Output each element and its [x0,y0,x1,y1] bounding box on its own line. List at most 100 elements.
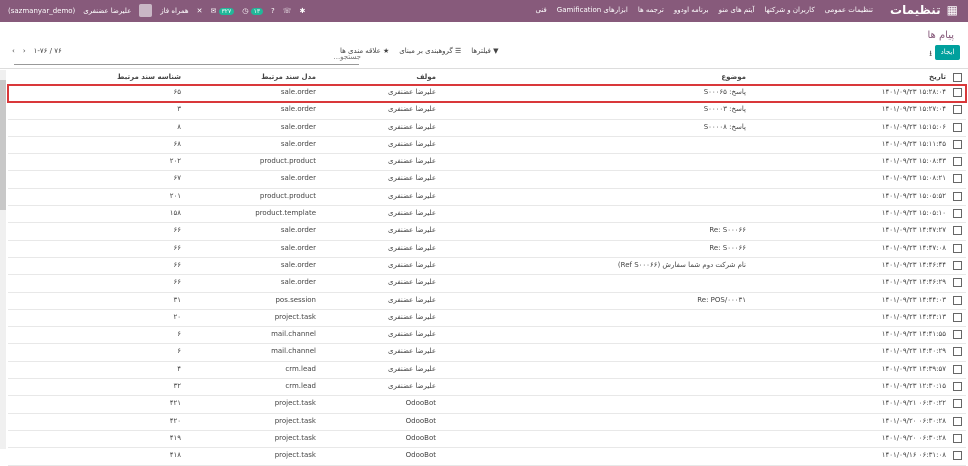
apps-grid-icon[interactable]: ▦ [947,3,958,17]
menu-gamification[interactable]: ابزارهای Gamification [557,6,628,14]
table-row[interactable]: ۱۴۰۱/۰۹/۲۳ ۱۵:۰۵:۱۰ علیرضا عضنفری product.… [8,206,966,224]
row-checkbox[interactable] [953,88,962,97]
table-row[interactable]: ۱۴۰۱/۰۹/۲۳ ۱۴:۴۴:۰۳ Re: POS/۰۰۰۳۱ علیرضا ع… [8,293,966,310]
favorites-label: علاقه مندی ها [340,47,381,55]
create-button[interactable]: ایجاد [935,45,960,60]
row-date: ۱۴۰۱/۰۹/۲۳ ۱۵:۰۵:۱۰ [881,209,946,218]
table-row[interactable]: ۱۴۰۱/۰۹/۲۳ ۱۵:۰۵:۵۲ علیرضا عضنفری product.… [8,189,966,207]
table-row[interactable]: ۱۴۰۱/۰۹/۲۳ ۱۴:۳۹:۵۷ علیرضا عضنفری crm.lead… [8,362,966,380]
search-input[interactable] [14,52,363,62]
table-row[interactable]: ۱۴۰۱/۰۹/۲۳ ۱۴:۴۰:۲۹ علیرضا عضنفری mail.cha… [8,344,966,362]
help-icon[interactable]: ? [271,7,275,15]
table-row[interactable]: ۱۴۰۱/۰۹/۲۳ ۱۵:۱۵:۰۶ پاسخ: S۰۰۰۰۸ علیرضا عض… [8,120,966,137]
user-name[interactable]: علیرضا عضنفری [83,7,131,15]
row-model: sale.order [280,278,316,287]
row-checkbox[interactable] [953,295,962,305]
scrollbar[interactable] [0,70,6,449]
table-row[interactable]: ۱۴۰۱/۰۹/۲۳ ۱۵:۰۸:۲۱ علیرضا عضنفری sale.ord… [8,171,966,189]
row-res-id: ۴۲۰ [169,416,181,425]
chevron-right-icon[interactable]: › [23,47,26,55]
row-checkbox[interactable] [953,191,962,201]
table-row[interactable]: ۱۴۰۱/۰۹/۲۳ ۱۵:۲۷:۰۴ پاسخ: S۰۰۰۰۳ علیرضا عض… [8,102,966,120]
menu-users-companies[interactable]: کاربران و شرکتها [765,6,815,14]
row-checkbox[interactable] [953,105,962,115]
scrollbar-thumb[interactable] [0,80,6,210]
header-model[interactable]: مدل سند مرتبط [261,73,316,81]
favorites-button[interactable]: ★ علاقه مندی ها [340,47,389,55]
row-date: ۱۴۰۱/۰۹/۲۳ ۱۴:۴۷:۲۷ [881,226,946,235]
groupby-button[interactable]: ☰ گروهبندی بر مبنای [399,47,461,55]
row-checkbox[interactable] [953,157,962,167]
avatar[interactable] [139,4,153,17]
table-row[interactable]: ۱۴۰۱/۰۹/۲۳ ۱۴:۴۱:۵۵ علیرضا عضنفری mail.cha… [8,327,966,345]
row-checkbox[interactable] [953,330,962,340]
table-row[interactable]: ۱۴۰۱/۰۹/۱۶ ۰۶:۳۱:۰۸ OdooBot project.task ۴۱… [8,448,966,466]
row-res-id: ۸ [177,122,181,131]
table-row[interactable]: ۱۴۰۱/۰۹/۲۰ ۰۶:۳۰:۲۸ OdooBot project.task ۴۲… [8,414,966,431]
row-checkbox[interactable] [953,139,962,149]
filters-label: فیلترها [471,47,491,55]
breadcrumb[interactable]: پیام ها [927,30,954,41]
pager-value[interactable]: ۱-۷۶ / ۷۶ [34,47,62,55]
row-date: ۱۴۰۱/۰۹/۲۳ ۱۴:۴۳:۱۳ [881,312,946,321]
row-checkbox[interactable] [953,174,962,184]
row-checkbox[interactable] [953,243,962,253]
select-all-checkbox[interactable] [953,73,962,82]
row-res-id: ۶۶ [173,243,181,252]
activity-badge: ۱۳ [250,7,264,15]
row-checkbox[interactable] [953,399,962,409]
app-brand[interactable]: ▦ تنظیمات [890,3,958,17]
row-model: product.product [259,157,316,166]
row-res-id: ۲۰۱ [169,191,181,200]
row-date: ۱۴۰۱/۰۹/۲۳ ۱۴:۳۹:۵۷ [881,364,946,373]
row-author: علیرضا عضنفری [387,209,436,218]
row-res-id: ۴۱۸ [169,451,181,460]
messages-icon[interactable]: ✉ ۳۲۷ [210,7,235,15]
menu-odoo-app[interactable]: برنامه اودوو [674,6,709,14]
row-checkbox[interactable] [953,260,962,270]
menu-technical[interactable]: فنی [535,6,546,14]
row-checkbox[interactable] [953,278,962,288]
menu-translations[interactable]: ترجمه ها [638,6,664,14]
chevron-left-icon[interactable]: ‹ [12,47,15,55]
table-row[interactable]: ۱۴۰۱/۰۹/۲۱ ۰۶:۳۰:۲۲ OdooBot project.task ۴۲… [8,396,966,414]
header-res-id[interactable]: شناسه سند مرتبط [117,73,181,81]
row-checkbox[interactable] [953,364,962,374]
table-row[interactable]: ۱۴۰۱/۰۹/۲۳ ۱۴:۴۷:۲۷ Re: S۰۰۰۶۶ علیرضا عضنف… [8,223,966,241]
row-checkbox[interactable] [953,347,962,357]
row-model: sale.order [280,260,316,269]
row-res-id: ۳۲ [173,382,181,391]
row-checkbox[interactable] [953,226,962,236]
row-res-id: ۲۰۲ [169,157,181,166]
table-row[interactable]: ۱۴۰۱/۰۹/۲۳ ۱۴:۴۶:۲۹ علیرضا عضنفری sale.ord… [8,275,966,293]
company-label[interactable]: (sazmanyar_demo) [8,7,75,15]
table-row[interactable]: ۱۴۰۱/۰۹/۲۳ ۱۵:۰۸:۴۳ علیرضا عضنفری product.… [8,154,966,172]
table-row[interactable]: ۱۴۰۱/۰۹/۲۳ ۱۴:۴۳:۱۳ علیرضا عضنفری project.… [8,310,966,328]
row-checkbox[interactable] [953,416,962,426]
row-checkbox[interactable] [953,209,962,219]
menu-menu-items[interactable]: آیتم های منو [719,6,755,14]
table-row[interactable]: ۱۴۰۱/۰۹/۲۳ ۱۵:۱۱:۴۵ علیرضا عضنفری sale.ord… [8,137,966,155]
row-checkbox[interactable] [953,382,962,392]
table-row[interactable]: ۱۴۰۱/۰۹/۲۳ ۱۲:۳۰:۱۵ علیرضا عضنفری crm.lead… [8,379,966,397]
header-author[interactable]: مولف [416,73,436,81]
filters-button[interactable]: ▼ فیلترها [471,47,498,55]
row-subject: Re: POS/۰۰۰۳۱ [697,295,746,304]
row-checkbox[interactable] [953,312,962,322]
row-checkbox[interactable] [953,433,962,443]
table-row[interactable]: ۱۴۰۱/۰۹/۲۳ ۱۵:۲۸:۰۴ پاسخ: S۰۰۰۶۵ علیرضا عض… [7,83,967,104]
table-row[interactable]: ۱۴۰۱/۰۹/۲۳ ۱۴:۴۶:۴۴ نام شرکت دوم شما سفار… [8,258,966,276]
phone-icon[interactable]: ☏ [283,7,292,15]
activity-icon[interactable]: ◷ ۱۳ [242,7,264,15]
header-subject[interactable]: موضوع [721,73,746,81]
row-checkbox[interactable] [953,451,962,461]
mobile-label[interactable]: همراه فاز [160,7,188,15]
close-icon[interactable]: ✕ [197,7,203,15]
table-row[interactable]: ۱۴۰۱/۰۹/۲۳ ۱۴:۴۷:۰۸ Re: S۰۰۰۶۶ علیرضا عضنف… [8,241,966,258]
row-checkbox[interactable] [953,122,962,132]
table-row[interactable]: ۱۴۰۱/۰۹/۲۰ ۰۶:۳۰:۲۸ OdooBot project.task ۴۱… [8,431,966,449]
menu-general-settings[interactable]: تنظیمات عمومی [825,6,873,14]
header-date[interactable]: تاریخ [929,73,946,81]
debug-icon[interactable]: ✱ [300,7,306,15]
download-icon[interactable]: ⭳ [929,48,932,62]
